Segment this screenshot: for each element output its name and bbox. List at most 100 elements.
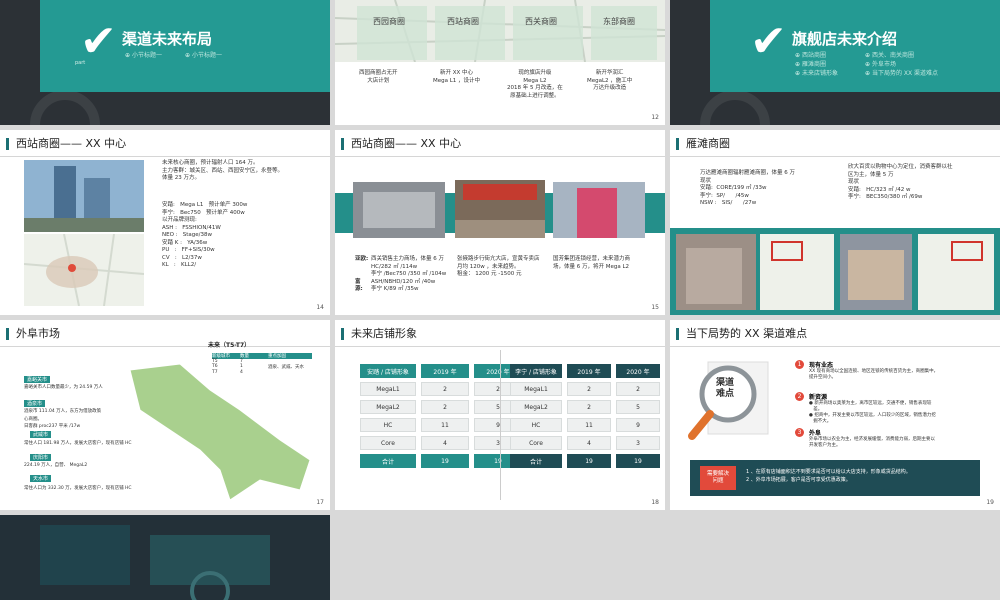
point-text: XX 现有商场以全国连锁、地区连锁的传统百货为主，商圈集中， 提升空间小。: [809, 369, 939, 380]
table-cell: 2: [616, 382, 660, 396]
table-cell: HC: [510, 418, 563, 432]
point-number: 2: [795, 392, 804, 401]
slide-title: 未来店铺形象: [341, 328, 417, 340]
table-cell: T7: [212, 370, 218, 375]
brand-list: 安踏: Mega L1 预计单产 300w 李宁: Bec750 预计单产 40…: [162, 202, 248, 268]
solution-text: 1 、在原有店铺面积达不到要求是否可以给以大店支持，形象或货品结构。 2 、外阜…: [746, 469, 911, 483]
checkmark-icon: ✔: [750, 16, 787, 67]
table-cell: 2: [567, 400, 611, 414]
slide-thumbnail-12[interactable]: 西园商圈 西站商圈 西关商圈 东部商圈 西园商圈占无开 大店计划 新开 XX 中…: [335, 0, 665, 125]
caption: 新开华润汇 MegaL2 ，施工中 万达升级改造: [587, 70, 633, 91]
slide-thumbnail-17[interactable]: 外阜市场 未来（T5-T7） 新级城市 数量 重点加固 T5 7 T6 1 酒泉…: [0, 320, 330, 510]
table-cell: 4: [421, 436, 469, 450]
slide-sorter-grid: ✔ 渠道未来布局 小节标题一 小节标题一 part 西园商圈 西站商圈 西关商圈…: [0, 0, 1000, 600]
table-cell: MegaL2: [360, 400, 416, 414]
slide-title: 旗舰店未来介绍: [792, 30, 898, 48]
table-cell: MegaL1: [360, 382, 416, 396]
slide-number: 18: [651, 499, 659, 506]
slide-thumbnail-20[interactable]: [0, 515, 330, 600]
point-heading: 外阜: [809, 430, 822, 437]
table-title: 未来（T5-T7）: [208, 342, 251, 349]
divider: [0, 156, 330, 157]
point-number: 3: [795, 428, 804, 437]
location-map: [760, 234, 834, 310]
slide-title: 渠道未来布局: [122, 30, 213, 48]
table-header: 2019 年: [567, 364, 611, 378]
agenda-item: 雁滩商圈: [795, 59, 826, 68]
table-cell: 4: [240, 370, 243, 375]
tech-background-image: [0, 515, 330, 600]
mall-photo: [353, 182, 445, 238]
slide-thumbnail-13[interactable]: ✔ 旗舰店未来介绍 西站商圈 西关、南关商圈 雁滩商圈 外阜市场 未来店铺形象 …: [670, 0, 1000, 125]
point-text: ● 新开商场以奥莱为主，离市区较远，交通不便，销售表现较 差。 ● 招商中，开发…: [809, 401, 936, 424]
slide-thumbnail-15[interactable]: 西站商圈—— XX 中心 亚欧: 富 源: 西关销售主力商场，体量 6 万 HC…: [335, 130, 665, 315]
slide-thumbnail-19[interactable]: 当下局势的 XX 渠道难点 渠道 难点 1 现有业态 XX 现有商场以全国连锁、…: [670, 320, 1000, 510]
map-label: 西关商圈: [525, 17, 557, 26]
table-header: 2019 年: [421, 364, 469, 378]
intro-text: 未来核心商圈，预计辐射人口 164 万。 主力客群：城关区、西站、西园安宁区，永…: [162, 160, 284, 181]
divider: [670, 346, 1000, 347]
decor-ring: [30, 90, 100, 125]
table-cell: 5: [616, 400, 660, 414]
table-cell: Core: [360, 436, 416, 450]
section-subtitle: 小节标题一: [125, 50, 162, 59]
mall-photo: [840, 234, 912, 310]
table-cell: 9: [616, 418, 660, 432]
right-store-table: 李宁 / 店铺形象 2019 年 2020 年 MegaL1 2 2 MegaL2 2 5 …: [505, 360, 665, 472]
left-store-table: 安踏 / 店铺形象 2019 年 2020 年 MegaL1 2 2 MegaL2 2 5 …: [355, 360, 527, 472]
agenda-item: 当下局势的 XX 渠道难点: [865, 68, 938, 77]
decor-ring: [700, 90, 770, 125]
divider: [335, 156, 665, 157]
district-map: [335, 0, 665, 62]
xinda-text: 欣大百货以购物中心为定位，消费客群以社 区为主，体量 5 万 现状 安踏: HC…: [848, 164, 953, 200]
slide-title: 当下局势的 XX 渠道难点: [676, 328, 807, 340]
section-subtitle: 小节标题一: [185, 50, 222, 59]
slide-thumbnail-14[interactable]: 西站商圈—— XX 中心 未来核心商圈，预计辐射人口 164 万。 主力客群：城…: [0, 130, 330, 315]
table-total: 合计: [510, 454, 563, 468]
store-text: 国芳集团连锁经营，未来潜力商 场，体量 6 万，将开 Mega L2: [553, 256, 631, 270]
table-total: 19: [567, 454, 611, 468]
city-text: 嘉峪关市人口数量最少，为 24.59 万人: [24, 385, 103, 390]
city-text: 酒泉市 111.04 万人，东方为借放政策 心商圈。 日客群 proc237 平…: [24, 409, 102, 429]
magnifier-label: 渠道 难点: [716, 378, 735, 399]
city-text: 常住人口为 332.30 万，发展大店客户，现有店铺 HC: [24, 486, 132, 491]
table-cell: 2: [567, 382, 611, 396]
mall-photo: [676, 234, 756, 310]
city-tag: 武威市: [30, 431, 52, 438]
caption: 新开 XX 中心 Mega L1 ，设计中: [433, 70, 481, 84]
table-cell: HC: [360, 418, 416, 432]
table-cell: 11: [567, 418, 611, 432]
mall-text: 西关销售主力商场，体量 6 万 HC/282 ㎡ /114w 李宁 /Bec75…: [371, 256, 447, 292]
department-store-photo: [553, 182, 645, 238]
slide-number: 14: [316, 304, 324, 311]
table-cell: MegaL1: [510, 382, 563, 396]
caption: 西园商圈占无开 大店计划: [359, 70, 398, 84]
divider: [0, 346, 330, 347]
part-label: part: [75, 60, 86, 66]
wanda-text: 万达雁滩商圈辐射雁滩商圈，体量 6 万 现状 安踏: CORE/199 ㎡ /3…: [700, 170, 795, 206]
location-map: [918, 234, 994, 310]
table-cell: [268, 370, 312, 375]
slide-thumbnail-16[interactable]: ✔ 渠道未来布局 小节标题一 小节标题一 part: [0, 0, 330, 125]
slide-title: 西站商圈—— XX 中心: [6, 138, 126, 150]
table-header: 李宁 / 店铺形象: [510, 364, 563, 378]
slide-thumbnail-18[interactable]: 未来店铺形象 安踏 / 店铺形象 2019 年 2020 年 MegaL1 2 2 Me…: [335, 320, 665, 510]
table-cell: Core: [510, 436, 563, 450]
street-photo: [455, 180, 545, 238]
problem-badge: 需要解决 问题: [700, 466, 736, 490]
slide-thumbnail-16b[interactable]: 雁滩商圈 万达雁滩商圈辐射雁滩商圈，体量 6 万 现状 安踏: CORE/199…: [670, 130, 1000, 315]
street-text: 张掖路步行街亢大店，宣黄专卖店 月均 120w ，未来趋势。 租金： 1200 …: [457, 256, 540, 277]
table-total: 19: [421, 454, 469, 468]
map-label: 西园商圈: [373, 17, 405, 26]
city-text: 常住人口 181.98 万人，发展大店客户，现有店铺 HC: [24, 441, 132, 446]
agenda-item: 西站商圈: [795, 50, 826, 59]
slide-title: 外阜市场: [6, 328, 60, 340]
table-total: 合计: [360, 454, 416, 468]
table-row: T7 4: [212, 370, 312, 375]
divider: [500, 350, 501, 500]
table-cell: 2: [421, 400, 469, 414]
table-cell: 11: [421, 418, 469, 432]
table-cell: 3: [616, 436, 660, 450]
table-total: 19: [616, 454, 660, 468]
table-header: 2020 年: [616, 364, 660, 378]
